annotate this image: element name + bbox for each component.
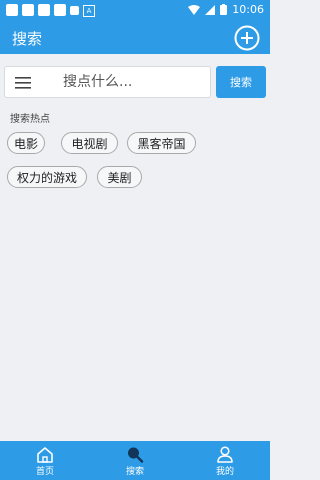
notification-icon (54, 4, 66, 16)
status-bar: A 10:06 (0, 0, 270, 22)
page-title: 搜索 (12, 30, 43, 48)
hot-tag[interactable]: 电影 (7, 132, 45, 154)
hot-tag[interactable]: 黑客帝国 (127, 132, 196, 154)
notification-icon (70, 6, 79, 15)
notification-icon (6, 4, 18, 16)
search-input[interactable] (63, 72, 203, 92)
nav-item-home[interactable]: 首页 (15, 441, 75, 480)
nav-item-label: 我的 (215, 467, 234, 477)
hot-search-title: 搜索热点 (10, 114, 50, 125)
user-icon (217, 446, 233, 463)
search-icon (128, 447, 144, 463)
status-time: 10:06 (232, 3, 264, 16)
notification-icon (22, 4, 34, 16)
home-icon (37, 447, 53, 463)
nav-item-label: 搜索 (125, 467, 144, 477)
nav-item-label: 首页 (35, 467, 54, 477)
nav-item-mine[interactable]: 我的 (195, 441, 255, 480)
notification-a-icon: A (83, 5, 95, 17)
nav-item-search[interactable]: 搜索 (105, 441, 165, 480)
search-row: 搜索 (4, 66, 266, 98)
notification-icons: A (6, 4, 95, 17)
hot-tag[interactable]: 权力的游戏 (7, 166, 87, 188)
add-icon[interactable] (234, 25, 260, 51)
signal-icon (205, 4, 216, 15)
menu-icon[interactable] (15, 76, 31, 90)
hot-tag[interactable]: 美剧 (97, 166, 142, 188)
bottom-nav: 首页 搜索 我的 (0, 441, 270, 480)
hot-tag[interactable]: 电视剧 (61, 132, 118, 154)
wifi-icon (188, 4, 201, 15)
search-button[interactable]: 搜索 (216, 66, 266, 98)
notification-icon (38, 4, 50, 16)
app-bar: 搜索 (0, 22, 270, 54)
search-box (4, 66, 211, 98)
battery-icon (220, 4, 228, 15)
